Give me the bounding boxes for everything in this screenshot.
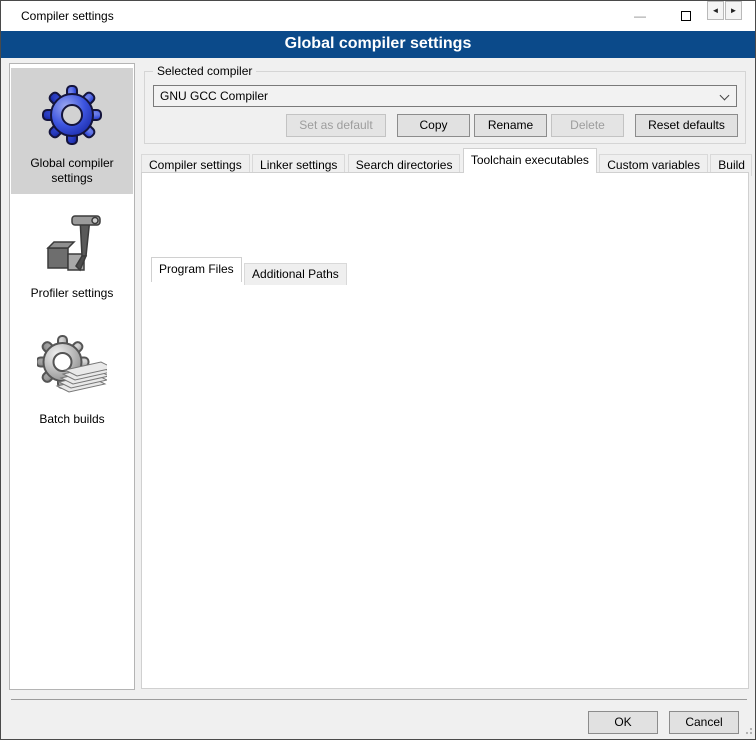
maximize-button[interactable] [663, 1, 709, 31]
caliper-icon [40, 212, 104, 284]
selected-compiler-value: GNU GCC Compiler [160, 89, 268, 103]
rename-button[interactable]: Rename [474, 114, 547, 137]
window-title: Compiler settings [21, 9, 114, 23]
program-files-tabs: Program Files Additional Paths [151, 260, 346, 282]
sidebar-item-global-compiler-settings[interactable]: Global compiler settings [11, 68, 133, 194]
selected-compiler-combobox[interactable]: GNU GCC Compiler [153, 85, 737, 107]
chevron-down-icon [720, 91, 730, 101]
arrow-right-icon: ► [730, 6, 738, 15]
compiler-settings-dialog: Compiler settings — ✕ Global compiler se… [0, 0, 756, 740]
set-as-default-button[interactable]: Set as default [286, 114, 386, 137]
gray-gear-stack-icon [37, 322, 107, 410]
delete-button[interactable]: Delete [551, 114, 624, 137]
toolchain-executables-page [141, 172, 749, 689]
tab-toolchain-executables[interactable]: Toolchain executables [463, 148, 597, 173]
dialog-banner: Global compiler settings [1, 31, 755, 58]
footer-divider [11, 699, 747, 700]
compiler-tabs: Compiler settings Linker settings Search… [141, 151, 751, 173]
title-bar[interactable]: Compiler settings — ✕ [1, 1, 755, 31]
sidebar-item-label: Profiler settings [11, 286, 133, 305]
banner-title: Global compiler settings [285, 35, 472, 52]
sidebar-item-label: Batch builds [11, 412, 133, 431]
minimize-button[interactable]: — [617, 1, 663, 31]
sidebar-item-label: Global compiler settings [11, 156, 133, 190]
arrow-left-icon: ◄ [712, 6, 720, 15]
tab-additional-paths[interactable]: Additional Paths [244, 263, 347, 285]
tab-scroll-right-button[interactable]: ► [725, 1, 742, 20]
blue-gear-icon [40, 76, 104, 154]
minimize-icon: — [634, 9, 646, 23]
ok-button[interactable]: OK [588, 711, 658, 734]
copy-button[interactable]: Copy [397, 114, 470, 137]
resize-grip[interactable] [744, 728, 752, 736]
reset-defaults-button[interactable]: Reset defaults [635, 114, 738, 137]
selected-compiler-group-label: Selected compiler [153, 64, 256, 78]
sidebar-item-batch-builds[interactable]: Batch builds [11, 314, 133, 426]
settings-category-list: Global compiler settings Profiler settin… [9, 63, 135, 690]
sidebar-item-profiler-settings[interactable]: Profiler settings [11, 204, 133, 300]
maximize-icon [681, 11, 691, 21]
cancel-button[interactable]: Cancel [669, 711, 739, 734]
tab-scroll-left-button[interactable]: ◄ [707, 1, 724, 20]
tab-program-files[interactable]: Program Files [151, 257, 242, 282]
